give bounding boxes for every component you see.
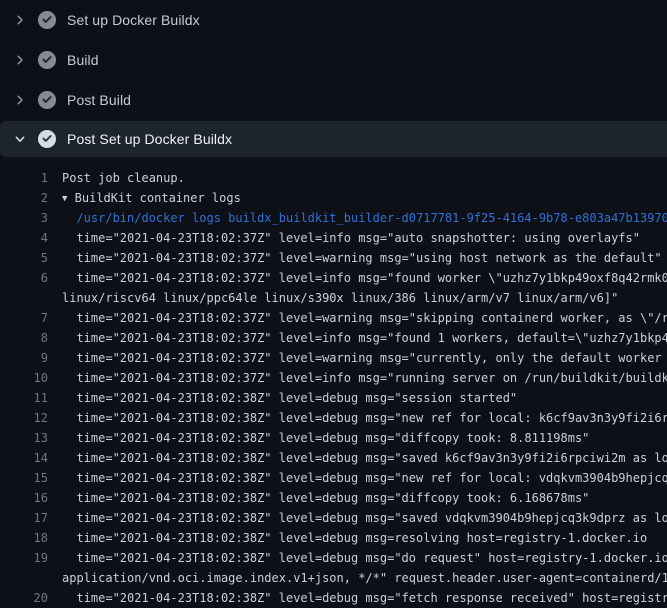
log-line-text: linux/riscv64 linux/ppc64le linux/s390x … xyxy=(62,288,618,308)
log-line-text: time="2021-04-23T18:02:37Z" level=info m… xyxy=(62,268,667,288)
collapse-triangle-icon[interactable]: ▼ xyxy=(62,189,67,208)
log-viewer: 1 Post job cleanup. 2 ▼ BuildKit contain… xyxy=(0,157,667,608)
log-line: 1 Post job cleanup. xyxy=(0,168,667,188)
log-line-number[interactable]: 15 xyxy=(0,468,48,488)
log-line-number[interactable]: 18 xyxy=(0,528,48,548)
step-label: Post Set up Docker Buildx xyxy=(67,131,232,147)
log-line-number[interactable]: 11 xyxy=(0,388,48,408)
log-line: 15 time="2021-04-23T18:02:38Z" level=deb… xyxy=(0,468,667,488)
log-line-number[interactable]: 5 xyxy=(0,248,48,268)
log-line: 11 time="2021-04-23T18:02:38Z" level=deb… xyxy=(0,388,667,408)
log-line-number[interactable]: 10 xyxy=(0,368,48,388)
log-line-text: time="2021-04-23T18:02:38Z" level=debug … xyxy=(62,588,667,608)
log-line: 6 time="2021-04-23T18:02:37Z" level=info… xyxy=(0,268,667,288)
log-line-text: time="2021-04-23T18:02:38Z" level=debug … xyxy=(62,388,517,408)
log-group-header: 2 ▼ BuildKit container logs xyxy=(0,188,667,208)
log-line: 16 time="2021-04-23T18:02:38Z" level=deb… xyxy=(0,488,667,508)
log-line: 13 time="2021-04-23T18:02:38Z" level=deb… xyxy=(0,428,667,448)
log-line-text: time="2021-04-23T18:02:38Z" level=debug … xyxy=(62,408,667,428)
log-line-text: time="2021-04-23T18:02:38Z" level=debug … xyxy=(62,528,647,548)
log-line: 4 time="2021-04-23T18:02:37Z" level=info… xyxy=(0,228,667,248)
step-row-post-build[interactable]: Post Build xyxy=(0,80,667,120)
log-line-text: Post job cleanup. xyxy=(62,168,185,188)
log-line-text: time="2021-04-23T18:02:38Z" level=debug … xyxy=(62,428,589,448)
log-line: 9 time="2021-04-23T18:02:37Z" level=warn… xyxy=(0,348,667,368)
step-list: Set up Docker Buildx Build xyxy=(0,0,667,157)
log-command-line: 3 /usr/bin/docker logs buildx_buildkit_b… xyxy=(0,208,667,228)
log-line-number[interactable]: 14 xyxy=(0,448,48,468)
log-line: 12 time="2021-04-23T18:02:38Z" level=deb… xyxy=(0,408,667,428)
chevron-right-icon[interactable] xyxy=(12,92,28,108)
log-line: linux/riscv64 linux/ppc64le linux/s390x … xyxy=(0,288,667,308)
step-label: Set up Docker Buildx xyxy=(67,12,200,28)
log-line-text: time="2021-04-23T18:02:37Z" level=warnin… xyxy=(62,308,667,328)
log-line-number[interactable]: 4 xyxy=(0,228,48,248)
log-line-number[interactable]: 2 xyxy=(0,188,48,208)
log-line-number[interactable]: 7 xyxy=(0,308,48,328)
log-line-number[interactable]: 9 xyxy=(0,348,48,368)
log-line: 10 time="2021-04-23T18:02:37Z" level=inf… xyxy=(0,368,667,388)
log-line-text: time="2021-04-23T18:02:37Z" level=warnin… xyxy=(62,248,662,268)
log-line-number[interactable]: 6 xyxy=(0,268,48,288)
log-line: application/vnd.oci.image.index.v1+json,… xyxy=(0,568,667,588)
step-row-build[interactable]: Build xyxy=(0,40,667,80)
log-line-text: time="2021-04-23T18:02:38Z" level=debug … xyxy=(62,548,667,568)
log-line-number[interactable]: 1 xyxy=(0,168,48,188)
log-line-text: time="2021-04-23T18:02:38Z" level=debug … xyxy=(62,468,667,488)
log-line: 7 time="2021-04-23T18:02:37Z" level=warn… xyxy=(0,308,667,328)
log-line-number[interactable]: 19 xyxy=(0,548,48,568)
log-line-number[interactable] xyxy=(0,288,48,308)
step-label: Post Build xyxy=(67,92,131,108)
log-line-text: time="2021-04-23T18:02:37Z" level=warnin… xyxy=(62,348,667,368)
chevron-right-icon[interactable] xyxy=(12,12,28,28)
log-line-text: time="2021-04-23T18:02:37Z" level=info m… xyxy=(62,228,640,248)
check-circle-icon xyxy=(38,11,56,29)
log-line-number[interactable]: 13 xyxy=(0,428,48,448)
log-line: 14 time="2021-04-23T18:02:38Z" level=deb… xyxy=(0,448,667,468)
log-line-text: time="2021-04-23T18:02:38Z" level=debug … xyxy=(62,448,667,468)
log-line-number[interactable]: 16 xyxy=(0,488,48,508)
log-line: 17 time="2021-04-23T18:02:38Z" level=deb… xyxy=(0,508,667,528)
log-line: 20 time="2021-04-23T18:02:38Z" level=deb… xyxy=(0,588,667,608)
log-line-number[interactable]: 17 xyxy=(0,508,48,528)
log-line-text: application/vnd.oci.image.index.v1+json,… xyxy=(62,568,667,588)
log-line-text: /usr/bin/docker logs buildx_buildkit_bui… xyxy=(62,208,667,228)
log-line-number[interactable]: 20 xyxy=(0,588,48,608)
log-line-number[interactable] xyxy=(0,568,48,588)
log-line-number[interactable]: 8 xyxy=(0,328,48,348)
chevron-right-icon[interactable] xyxy=(12,52,28,68)
log-line: 19 time="2021-04-23T18:02:38Z" level=deb… xyxy=(0,548,667,568)
log-line: 18 time="2021-04-23T18:02:38Z" level=deb… xyxy=(0,528,667,548)
step-label: Build xyxy=(67,52,99,68)
log-line-text[interactable]: ▼ BuildKit container logs xyxy=(62,188,241,208)
log-line-text: time="2021-04-23T18:02:37Z" level=info m… xyxy=(62,328,667,348)
check-circle-icon xyxy=(38,51,56,69)
log-line: 5 time="2021-04-23T18:02:37Z" level=warn… xyxy=(0,248,667,268)
log-line-text: time="2021-04-23T18:02:38Z" level=debug … xyxy=(62,508,667,528)
check-circle-icon xyxy=(38,91,56,109)
step-row-post-set-up-docker-buildx[interactable]: Post Set up Docker Buildx xyxy=(0,121,667,157)
log-line-text: time="2021-04-23T18:02:38Z" level=debug … xyxy=(62,488,589,508)
log-line: 8 time="2021-04-23T18:02:37Z" level=info… xyxy=(0,328,667,348)
log-line-number[interactable]: 12 xyxy=(0,408,48,428)
chevron-down-icon[interactable] xyxy=(12,131,28,147)
log-line-number[interactable]: 3 xyxy=(0,208,48,228)
step-row-set-up-docker-buildx[interactable]: Set up Docker Buildx xyxy=(0,0,667,40)
log-line-text: time="2021-04-23T18:02:37Z" level=info m… xyxy=(62,368,667,388)
check-circle-icon xyxy=(38,130,56,148)
